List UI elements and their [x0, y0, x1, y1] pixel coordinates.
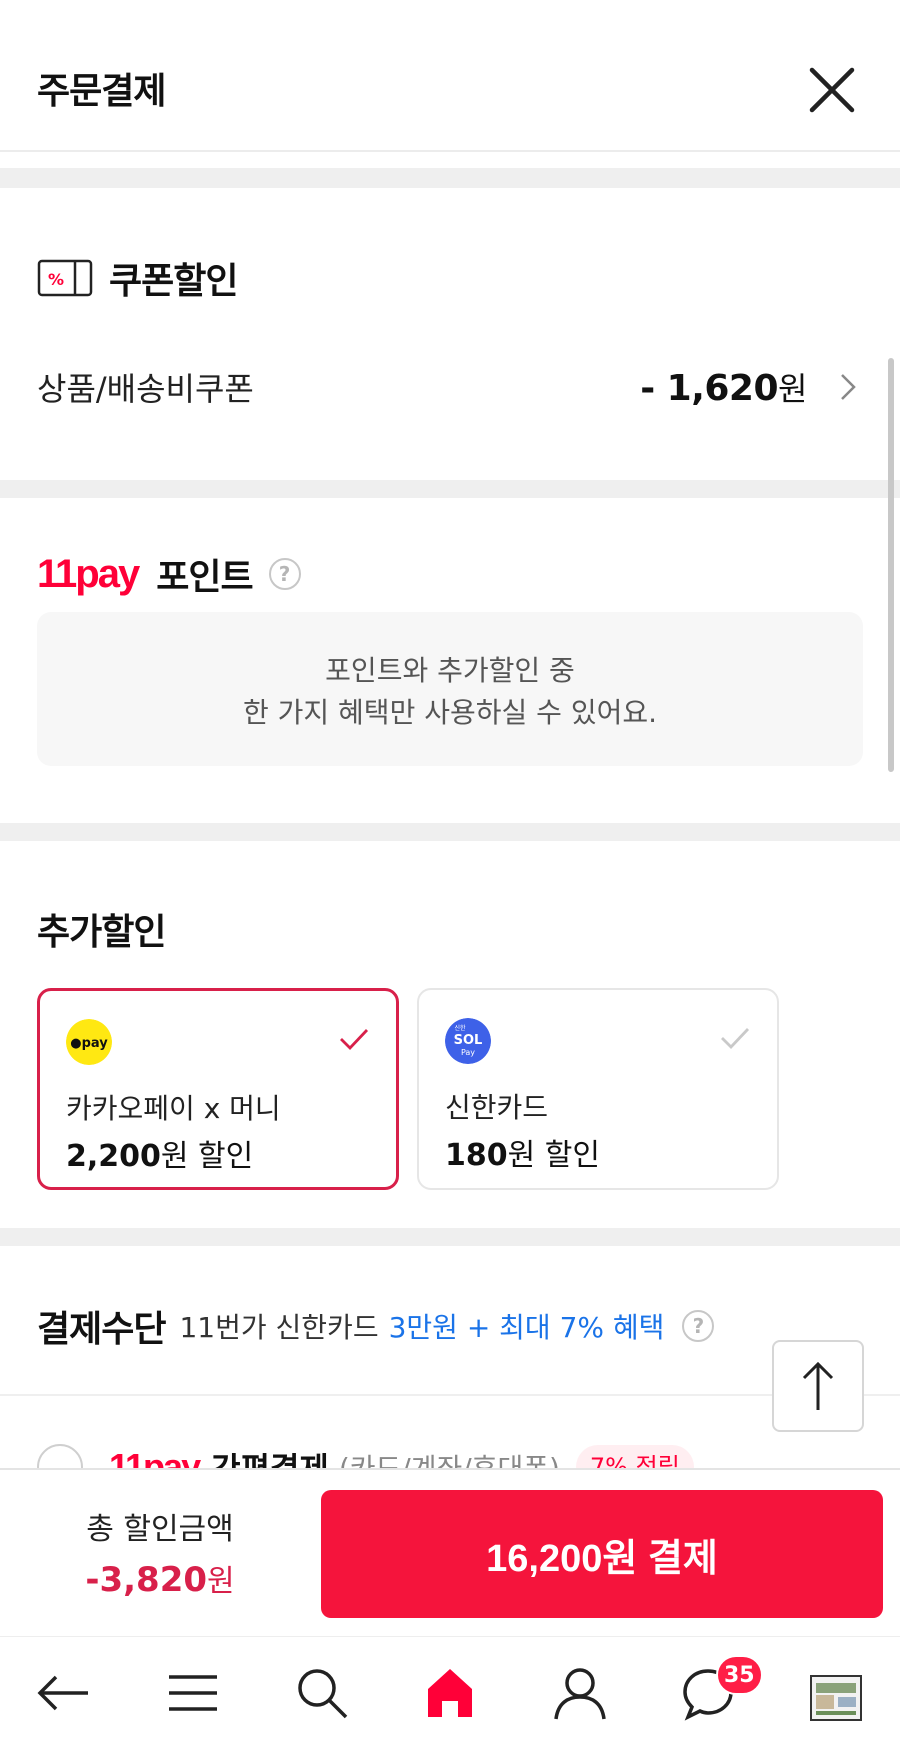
close-icon [809, 67, 855, 113]
check-icon [340, 1029, 369, 1051]
discount-amount-unit: 원 할인 [160, 1139, 254, 1174]
nav-back-button[interactable] [24, 1653, 104, 1733]
home-icon [428, 1669, 472, 1717]
discount-option-amount: 180원 할인 [445, 1130, 600, 1174]
coupon-amount-value: - 1,620 [640, 368, 779, 409]
discount-option-name: 카카오페이 x 머니 [66, 1092, 281, 1125]
points-notice: 포인트와 추가할인 중 한 가지 혜택만 사용하실 수 있어요. [37, 612, 863, 766]
discount-amount-unit: 원 할인 [507, 1138, 600, 1173]
arrow-up-icon [802, 1361, 834, 1410]
kakaopay-logo-text: ●pay [70, 1036, 108, 1051]
shinhan-logo-top: 신한 [454, 1024, 466, 1032]
section-divider [0, 168, 900, 188]
pay-button[interactable]: 16,200원 결제 [321, 1490, 883, 1618]
chat-badge: 35 [716, 1655, 763, 1695]
scroll-to-top-button[interactable] [772, 1340, 864, 1432]
menu-icon [169, 1675, 217, 1711]
shinhan-sol-pay-logo-icon: 신한 SOL Pay [445, 1018, 491, 1064]
total-discount-amount: -3,820원 [0, 1556, 320, 1600]
shinhan-logo-sub: Pay [461, 1048, 475, 1057]
points-section-header: 11pay 포인트 ? [37, 548, 301, 600]
arrow-left-icon [37, 1675, 88, 1711]
shinhan-logo-text: SOL [454, 1033, 483, 1048]
11pay-logo: 11pay [37, 551, 140, 596]
close-button[interactable] [800, 58, 864, 122]
help-icon[interactable]: ? [682, 1310, 715, 1342]
nav-home-button[interactable] [410, 1653, 490, 1733]
coupon-section-header: % 쿠폰할인 [37, 252, 238, 304]
section-divider [0, 1228, 900, 1246]
points-section-title: 포인트 [156, 557, 253, 598]
total-discount-label: 총 할인금액 [86, 1512, 234, 1547]
coupon-section-title: 쿠폰할인 [109, 261, 238, 302]
help-icon[interactable]: ? [268, 558, 301, 590]
recent-product-image-icon [816, 1683, 856, 1715]
user-icon [554, 1668, 606, 1720]
check-icon [721, 1028, 750, 1050]
discount-amount-value: 180 [445, 1138, 508, 1173]
discount-option-shinhan[interactable]: 신한 SOL Pay 신한카드 180원 할인 [417, 988, 779, 1190]
discount-option-amount: 2,200원 할인 [66, 1131, 253, 1175]
payment-method-subtitle: 11번가 신한카드 [179, 1311, 379, 1344]
total-discount-unit: 원 [207, 1564, 235, 1599]
coupon-amount: - 1,620원 [640, 364, 807, 410]
search-icon [298, 1669, 348, 1719]
svg-text:%: % [48, 270, 64, 289]
coupon-icon: % [37, 259, 93, 297]
total-discount-value: -3,820 [85, 1560, 208, 1600]
nav-search-button[interactable] [282, 1653, 362, 1733]
extra-discount-title: 추가할인 [37, 912, 166, 953]
nav-my-button[interactable] [540, 1653, 620, 1733]
payment-method-header: 결제수단 11번가 신한카드 3만원 + 최대 7% 혜택 ? [37, 1300, 715, 1352]
coupon-row[interactable]: 상품/배송비쿠폰 - 1,620원 [37, 362, 859, 412]
scrollbar[interactable] [888, 358, 894, 772]
kakaopay-logo-icon: ●pay [66, 1019, 112, 1065]
section-divider [0, 823, 900, 841]
discount-option-name: 신한카드 [445, 1091, 549, 1124]
payment-summary-bar: 총 할인금액 -3,820원 16,200원 결제 [0, 1468, 900, 1636]
bottom-navigation: 35 [0, 1636, 900, 1751]
discount-amount-value: 2,200 [66, 1139, 161, 1174]
section-divider [0, 480, 900, 498]
chevron-right-icon [841, 374, 856, 400]
divider [0, 1394, 900, 1396]
header: 주문결제 [0, 0, 900, 152]
nav-menu-button[interactable] [153, 1653, 233, 1733]
coupon-row-label: 상품/배송비쿠폰 [37, 370, 254, 408]
points-notice-line1: 포인트와 추가할인 중 [325, 654, 575, 687]
payment-method-title: 결제수단 [37, 1309, 166, 1350]
recent-item-thumbnail[interactable] [810, 1675, 862, 1721]
points-notice-line2: 한 가지 혜택만 사용하실 수 있어요. [242, 696, 658, 729]
coupon-amount-unit: 원 [778, 370, 807, 408]
page-title: 주문결제 [37, 71, 166, 112]
discount-option-kakaopay[interactable]: ●pay 카카오페이 x 머니 2,200원 할인 [37, 988, 399, 1190]
payment-method-benefit: 3만원 + 최대 7% 혜택 [388, 1311, 665, 1344]
